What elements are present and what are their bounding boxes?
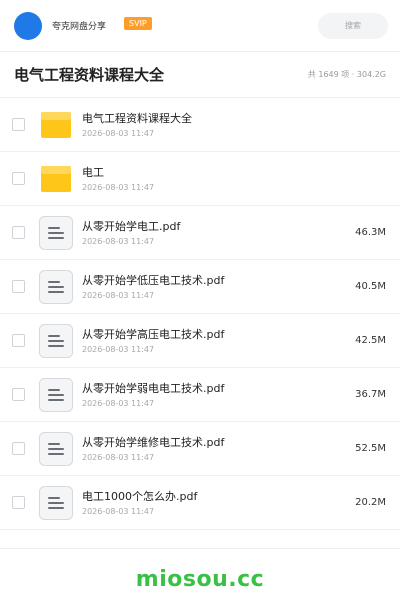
file-row[interactable]: 从零开始学电工.pdf 2026-08-03 11:47 46.3M [0,206,400,260]
item-count-summary: 共 1649 项 · 304.2G [307,70,386,79]
item-info: 从零开始学高压电工技术.pdf 2026-08-03 11:47 [82,327,347,354]
watermark: miosou.cc [135,566,265,592]
item-date: 2026-08-03 11:47 [82,345,155,354]
item-name: 从零开始学维修电工技术.pdf [82,436,225,449]
document-icon [38,431,74,467]
item-size: 40.5M [355,281,386,292]
item-date: 2026-08-03 11:47 [82,291,155,300]
document-icon [38,269,74,305]
item-name: 从零开始学电工.pdf [82,220,181,233]
row-checkbox[interactable] [12,118,25,131]
footer: miosou.cc [0,548,400,600]
item-date: 2026-08-03 11:47 [82,237,155,246]
folder-row[interactable]: 电气工程资料课程大全 2026-08-03 11:47 [0,98,400,152]
share-page: 夸克网盘分享 SVIP 搜索 电气工程资料课程大全 共 1649 项 · 304… [0,0,400,600]
file-row[interactable]: 从零开始学高压电工技术.pdf 2026-08-03 11:47 42.5M [0,314,400,368]
item-info: 从零开始学低压电工技术.pdf 2026-08-03 11:47 [82,273,347,300]
item-name: 电工 [82,166,104,179]
document-icon [38,377,74,413]
header-bar: 夸克网盘分享 SVIP 搜索 [0,0,400,52]
row-checkbox[interactable] [12,442,25,455]
svip-badge: SVIP [124,17,152,30]
item-date: 2026-08-03 11:47 [82,453,155,462]
folder-icon [38,107,74,143]
folder-title-row: 电气工程资料课程大全 共 1649 项 · 304.2G [0,52,400,98]
file-row[interactable]: 从零开始学维修电工技术.pdf 2026-08-03 11:47 52.5M [0,422,400,476]
item-size: 36.7M [355,389,386,400]
avatar[interactable] [14,11,42,40]
file-row[interactable]: 从零开始学低压电工技术.pdf 2026-08-03 11:47 40.5M [0,260,400,314]
item-info: 从零开始学维修电工技术.pdf 2026-08-03 11:47 [82,435,347,462]
item-date: 2026-08-03 11:47 [82,129,155,138]
row-checkbox[interactable] [12,388,25,401]
item-info: 从零开始学弱电电工技术.pdf 2026-08-03 11:47 [82,381,347,408]
user-name: 夸克网盘分享 [52,22,107,32]
item-name: 电气工程资料课程大全 [82,112,192,125]
item-size: 52.5M [355,443,386,454]
item-size: 42.5M [355,335,386,346]
item-info: 电工1000个怎么办.pdf 2026-08-03 11:47 [82,489,347,516]
folder-icon [38,161,74,197]
item-info: 电气工程资料课程大全 2026-08-03 11:47 [82,111,386,138]
item-date: 2026-08-03 11:47 [82,507,155,516]
file-row[interactable]: 从零开始学弱电电工技术.pdf 2026-08-03 11:47 36.7M [0,368,400,422]
row-checkbox[interactable] [12,280,25,293]
item-date: 2026-08-03 11:47 [82,399,155,408]
document-icon [38,323,74,359]
item-date: 2026-08-03 11:47 [82,183,155,192]
row-checkbox[interactable] [12,172,25,185]
document-icon [38,485,74,521]
item-info: 电工 2026-08-03 11:47 [82,165,386,192]
row-checkbox[interactable] [12,496,25,509]
row-checkbox[interactable] [12,226,25,239]
item-size: 46.3M [355,227,386,238]
item-name: 从零开始学低压电工技术.pdf [82,274,225,287]
page-title: 电气工程资料课程大全 [14,66,165,84]
item-info: 从零开始学电工.pdf 2026-08-03 11:47 [82,219,347,246]
item-name: 从零开始学高压电工技术.pdf [82,328,225,341]
item-name: 电工1000个怎么办.pdf [82,490,198,503]
item-name: 从零开始学弱电电工技术.pdf [82,382,225,395]
document-icon [38,215,74,251]
file-row[interactable]: 电工1000个怎么办.pdf 2026-08-03 11:47 20.2M [0,476,400,530]
item-size: 20.2M [355,497,386,508]
file-list: 电气工程资料课程大全 2026-08-03 11:47 电工 2026-08-03 1… [0,98,400,530]
row-checkbox[interactable] [12,334,25,347]
search-input[interactable]: 搜索 [318,12,388,39]
folder-row[interactable]: 电工 2026-08-03 11:47 [0,152,400,206]
